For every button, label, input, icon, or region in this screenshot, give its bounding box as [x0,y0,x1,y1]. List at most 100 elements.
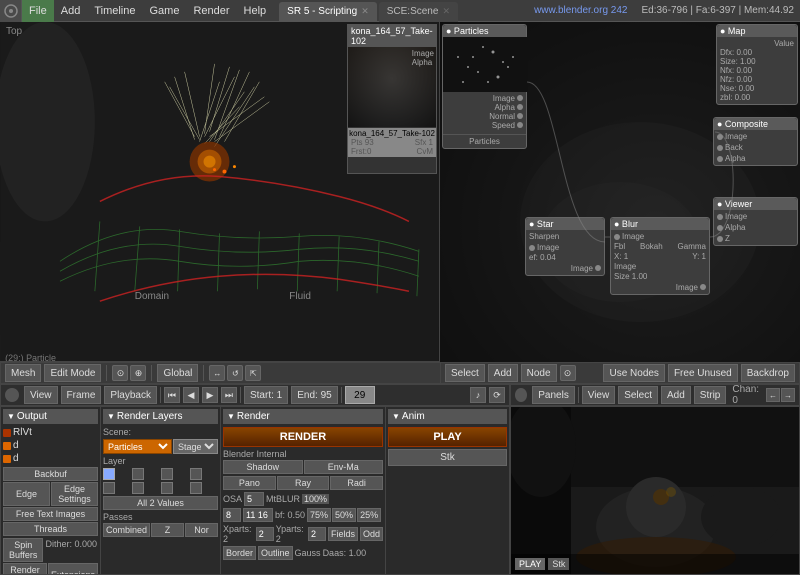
backbuf-btn[interactable]: Backbuf [3,467,98,481]
particles-node[interactable]: ● Particles Image Alpha [442,24,527,149]
comp-add-btn[interactable]: Add [488,364,518,382]
tab-close-scene[interactable]: ✕ [442,6,450,17]
halo-cb[interactable] [132,468,144,480]
cb5[interactable] [103,482,115,494]
viewer-node[interactable]: ● Viewer Image Alpha Z [713,197,798,246]
menu-game[interactable]: Game [142,0,186,22]
transform-icon-2[interactable]: ↺ [227,365,243,381]
combined-btn[interactable]: Combined [103,523,150,537]
play-btn[interactable]: ▶ [202,387,218,403]
render-btn[interactable]: RENDER [223,427,383,447]
seq-panels-btn[interactable]: Panels [532,386,575,404]
pct50-btn[interactable]: 50% [332,508,356,522]
mesh-btn[interactable]: Mesh [5,364,41,382]
menu-render[interactable]: Render [186,0,236,22]
seq-strip-btn[interactable]: Strip [694,386,727,404]
jump-start-btn[interactable]: ⏮ [164,387,180,403]
threads-btn[interactable]: Threads [3,522,98,536]
border-btn[interactable]: Border [223,546,256,560]
seq-nav-left[interactable]: ← [766,388,780,402]
sync-icon[interactable]: ⟳ [489,387,505,403]
mode-btn[interactable]: Edit Mode [44,364,101,382]
solid-cb[interactable] [103,468,115,480]
comp-node-btn[interactable]: Node [521,364,557,382]
vid-play-btn[interactable]: PLAY [515,558,545,570]
spin-buffers-btn[interactable]: Spin Buffers [3,538,43,562]
vp-icon-1[interactable]: ⊙ [112,365,128,381]
vid-stk-btn[interactable]: Stk [548,558,569,570]
end-frame-btn[interactable]: End: 95 [291,386,337,404]
all2-values-btn[interactable]: All 2 Values [103,496,218,510]
free-unused-btn[interactable]: Free Unused [668,364,738,382]
play-back-btn[interactable]: ◀ [183,387,199,403]
start-frame-btn[interactable]: Start: 1 [244,386,288,404]
z-btn[interactable]: Z [151,523,184,537]
comp-icon-1[interactable]: ⊙ [560,365,576,381]
vp-icon-2[interactable]: ⊕ [130,365,146,381]
anim-stk-btn[interactable]: Stk [388,449,507,466]
map-node[interactable]: ● Map Value Dfx: 0.00Size: 1.00Nfx: 0.00… [716,24,798,105]
mblur-val[interactable] [243,508,273,522]
radio-btn[interactable]: Radi [330,476,383,490]
tab-close-scripting[interactable]: ✕ [361,6,369,17]
xparts-input[interactable] [256,527,274,541]
edge-cb[interactable] [190,468,202,480]
audio-icon[interactable]: ♪ [470,387,486,403]
comp-select-btn[interactable]: Select [445,364,485,382]
nor-btn[interactable]: Nor [185,523,218,537]
playback-btn[interactable]: Playback [104,386,157,404]
frame-btn[interactable]: Frame [61,386,102,404]
menu-timeline[interactable]: Timeline [87,0,142,22]
envmap-btn[interactable]: Env-Ma [304,460,384,474]
shadow-btn[interactable]: Shadow [223,460,303,474]
backdrop-btn[interactable]: Backdrop [741,364,795,382]
pct25-btn[interactable]: 25% [357,508,381,522]
jump-end-btn[interactable]: ⏭ [221,387,237,403]
ray-btn[interactable]: Ray [277,476,330,490]
yparts-input[interactable] [308,527,326,541]
composite-node[interactable]: ● Composite Image Back Alpha [713,117,798,166]
viewport-3d[interactable]: Top [0,22,440,362]
outline-btn[interactable]: Outline [258,546,293,560]
osa-val[interactable] [223,508,241,522]
chan-display: Chan: 0 [732,384,763,406]
seq-nav-right[interactable]: → [781,388,795,402]
render-window-btn[interactable]: Render Window [3,563,47,574]
layers-select[interactable]: Particles [103,439,172,454]
blur-node[interactable]: ● Blur Image FblBokahGamma X: 1Y: 1 Imag… [610,217,710,295]
free-text-images-btn[interactable]: Free Text Images [3,507,98,521]
menu-help[interactable]: Help [237,0,274,22]
extensions-btn[interactable]: Extensions [48,563,98,574]
edge-btn[interactable]: Edge [3,482,50,506]
transform-icon-3[interactable]: ⇱ [245,365,261,381]
menu-file[interactable]: File [22,0,54,22]
menu-add[interactable]: Add [54,0,88,22]
video-preview: PLAY Stk [510,406,800,575]
tab-scene[interactable]: SCE:Scene ✕ [379,2,458,22]
top-menu-bar: File Add Timeline Game Render Help SR 5 … [0,0,800,22]
cb7[interactable] [161,482,173,494]
seq-add-btn[interactable]: Add [661,386,691,404]
star-node[interactable]: ● Star Sharpen Image ef: 0.04 Image [525,217,605,276]
fields-btn[interactable]: Fields [328,527,358,541]
view-btn[interactable]: View [24,386,58,404]
odd-btn[interactable]: Odd [360,527,383,541]
cb8[interactable] [190,482,202,494]
global-btn[interactable]: Global [157,364,198,382]
pano-btn[interactable]: Pano [223,476,276,490]
anim-play-btn[interactable]: PLAY [388,427,507,447]
current-frame-input[interactable]: 29 [345,386,375,404]
osa-input[interactable] [244,492,264,506]
pct75-btn[interactable]: 75% [307,508,331,522]
use-nodes-btn[interactable]: Use Nodes [603,364,664,382]
transform-icon-1[interactable]: ↔ [209,365,225,381]
cb6[interactable] [132,482,144,494]
ztra-cb[interactable] [161,468,173,480]
seq-select-btn[interactable]: Select [618,386,658,404]
blender-link[interactable]: www.blender.org 242 [526,5,635,16]
seq-view-btn[interactable]: View [582,386,616,404]
tab-scripting[interactable]: SR 5 - Scripting ✕ [279,2,377,22]
edge-settings-btn[interactable]: Edge Settings [51,482,98,506]
stage-select[interactable]: Stage [173,439,218,454]
anim-tri-icon: ▼ [392,412,400,421]
